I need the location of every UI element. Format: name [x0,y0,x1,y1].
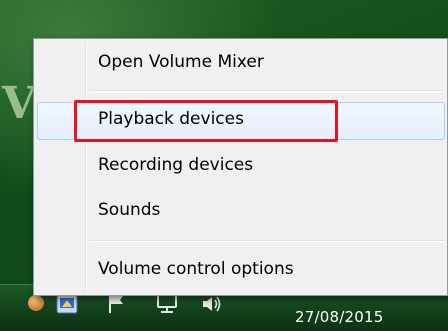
app-orange-icon[interactable] [28,295,44,311]
menu-item-open-volume-mixer[interactable]: Open Volume Mixer [34,43,447,85]
action-center-shield-icon[interactable] [56,293,78,317]
desktop-wallpaper-letter: V [2,78,37,129]
menu-item-recording-devices[interactable]: Recording devices [34,146,447,188]
menu-separator [89,90,445,92]
menu-item-label: Open Volume Mixer [98,52,264,72]
menu-item-label: Recording devices [98,155,254,175]
speaker-icon[interactable] [200,293,222,315]
menu-item-label: Playback devices [98,109,244,129]
menu-item-label: Sounds [98,200,161,220]
menu-item-playback-devices[interactable]: Playback devices [34,100,447,142]
menu-item-label: Volume control options [98,259,294,279]
menu-item-volume-control-options[interactable]: Volume control options [34,250,447,292]
network-icon[interactable] [155,293,177,315]
flag-icon[interactable] [106,293,128,315]
volume-context-menu: Open Volume Mixer Playback devices Recor… [33,38,448,296]
menu-separator [89,240,445,242]
taskbar-clock-date[interactable]: 27/08/2015 [295,308,405,326]
menu-item-sounds[interactable]: Sounds [34,191,447,233]
